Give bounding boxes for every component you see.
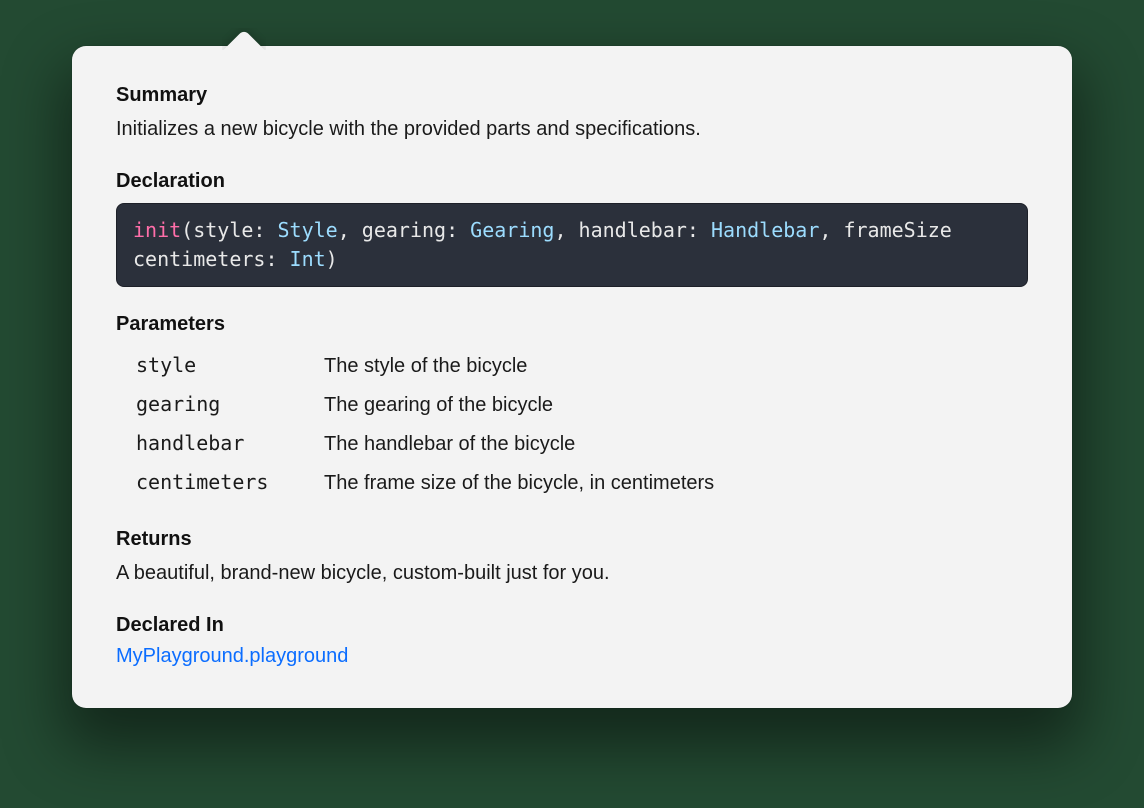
doc-popover: Summary Initializes a new bicycle with t… — [72, 46, 1072, 708]
type-gearing: Gearing — [470, 218, 554, 242]
summary-text: Initializes a new bicycle with the provi… — [116, 115, 1028, 144]
parameters-heading: Parameters — [116, 313, 1028, 336]
param-name: style — [136, 353, 296, 377]
param-desc: The gearing of the bicycle — [324, 394, 553, 417]
declared-in-heading: Declared In — [116, 614, 1028, 637]
param-row: handlebar The handlebar of the bicycle — [136, 424, 1028, 463]
code-text: ) — [326, 247, 338, 271]
type-int: Int — [290, 247, 326, 271]
param-row: centimeters The frame size of the bicycl… — [136, 463, 1028, 502]
declared-in-link[interactable]: MyPlayground.playground — [116, 645, 348, 667]
declaration-heading: Declaration — [116, 170, 1028, 193]
param-name: handlebar — [136, 431, 296, 455]
type-style: Style — [278, 218, 338, 242]
code-text: (style: — [181, 218, 277, 242]
summary-heading: Summary — [116, 84, 1028, 107]
param-name: gearing — [136, 392, 296, 416]
returns-heading: Returns — [116, 528, 1028, 551]
param-name: centimeters — [136, 470, 296, 494]
returns-text: A beautiful, brand-new bicycle, custom-b… — [116, 559, 1028, 588]
popover-pointer-icon — [222, 28, 266, 50]
param-desc: The handlebar of the bicycle — [324, 433, 575, 456]
code-text: , gearing: — [338, 218, 470, 242]
type-handlebar: Handlebar — [711, 218, 819, 242]
param-row: gearing The gearing of the bicycle — [136, 385, 1028, 424]
param-row: style The style of the bicycle — [136, 346, 1028, 385]
parameters-list: style The style of the bicycle gearing T… — [116, 346, 1028, 502]
declaration-code: init(style: Style, gearing: Gearing, han… — [116, 203, 1028, 287]
param-desc: The style of the bicycle — [324, 355, 527, 378]
code-text: , handlebar: — [554, 218, 711, 242]
kw-init: init — [133, 218, 181, 242]
param-desc: The frame size of the bicycle, in centim… — [324, 472, 714, 495]
